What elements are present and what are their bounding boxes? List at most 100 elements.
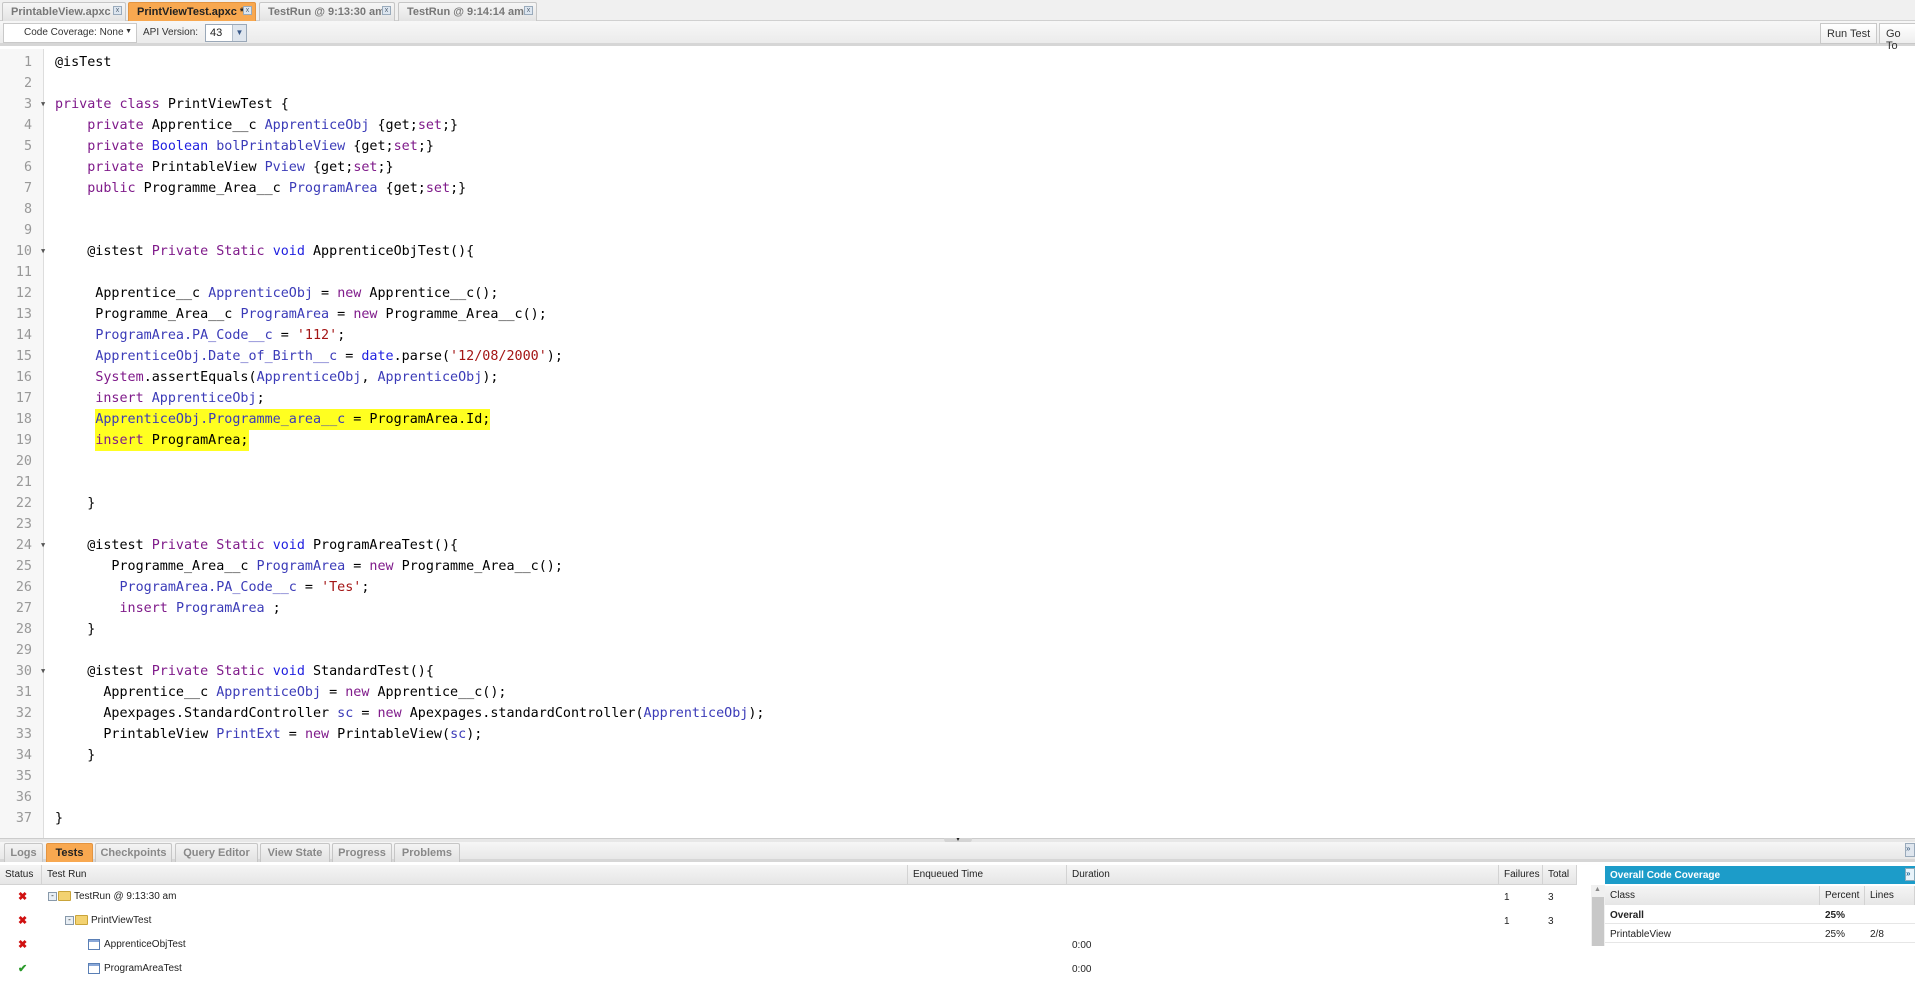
expand-panel-icon[interactable]: » xyxy=(1905,843,1915,857)
code-token: Private Static xyxy=(151,538,265,553)
code-text: insert ProgramArea; xyxy=(55,430,249,451)
coverage-class: PrintableView xyxy=(1610,929,1671,940)
column-header-failures[interactable]: Failures xyxy=(1499,865,1543,885)
tab-checkpoints[interactable]: Checkpoints xyxy=(95,843,172,862)
code-line: 5 private Boolean bolPrintableView {get;… xyxy=(0,136,1915,157)
code-token: ); xyxy=(466,727,483,742)
code-token: = xyxy=(353,706,378,721)
line-number: 20 xyxy=(15,454,32,469)
line-number: 12 xyxy=(15,286,32,301)
tab-query-editor[interactable]: Query Editor xyxy=(175,843,258,862)
run-test-button[interactable]: Run Test xyxy=(1820,23,1878,44)
code-line: 35 xyxy=(0,766,1915,787)
code-token: ); xyxy=(748,706,765,721)
tab-tests[interactable]: Tests xyxy=(46,843,93,862)
code-token: = xyxy=(321,685,346,700)
code-editor[interactable]: 1 @isTest 2 3 ▼ private class PrintViewTest {… xyxy=(0,49,1915,838)
code-token: ProgramArea; xyxy=(143,430,249,451)
fold-arrow-icon[interactable]: ▼ xyxy=(41,94,45,115)
code-token: private xyxy=(87,160,144,175)
column-header-status[interactable]: Status xyxy=(0,865,42,885)
code-token: sc xyxy=(450,727,467,742)
go-to-button[interactable]: Go To xyxy=(1879,23,1915,52)
test-row[interactable]: ✖ ApprenticeObjTest 0:00 xyxy=(0,934,1590,958)
code-coverage-dropdown[interactable]: Code Coverage: None ▼ xyxy=(3,23,137,43)
code-token: = xyxy=(329,307,354,322)
tab-printableview[interactable]: PrintableView.apxc x xyxy=(2,2,126,21)
code-line: 20 xyxy=(0,451,1915,472)
code-line: 25 Programme_Area__c ProgramArea = new P… xyxy=(0,556,1915,577)
fail-icon: ✖ xyxy=(18,891,28,903)
close-icon[interactable]: x xyxy=(113,6,122,15)
column-header-test-run[interactable]: Test Run xyxy=(42,865,908,885)
collapse-toggle-icon[interactable]: - xyxy=(65,915,74,925)
coverage-col-class[interactable]: Class xyxy=(1605,886,1820,905)
code-line: 2 xyxy=(0,73,1915,94)
code-token: ; xyxy=(256,391,265,406)
collapse-icon[interactable]: » xyxy=(1905,868,1915,881)
tab-printviewtest[interactable]: PrintViewTest.apxc * x xyxy=(128,2,256,21)
code-line: 7 public Programme_Area__c ProgramArea {… xyxy=(0,178,1915,199)
fold-arrow-icon[interactable]: ▼ xyxy=(41,241,45,262)
code-token: Programme_Area__c(); xyxy=(377,307,547,322)
close-icon[interactable]: x xyxy=(524,6,533,15)
code-token: PrintExt xyxy=(216,727,281,742)
column-header-duration[interactable]: Duration xyxy=(1067,865,1499,885)
fold-arrow-icon[interactable]: ▼ xyxy=(41,535,45,556)
coverage-row[interactable]: Overall 25% xyxy=(1605,905,1915,924)
line-number: 21 xyxy=(15,475,32,490)
code-token: void xyxy=(272,664,305,679)
tab-testrun-2[interactable]: TestRun @ 9:14:14 am x xyxy=(398,2,537,21)
coverage-col-lines[interactable]: Lines xyxy=(1865,886,1915,905)
code-token: = xyxy=(296,580,322,595)
close-icon[interactable]: x xyxy=(243,6,252,15)
code-token: = xyxy=(280,727,305,742)
collapse-toggle-icon[interactable]: - xyxy=(48,891,57,901)
chevron-down-icon[interactable]: ▼ xyxy=(232,25,246,41)
tab-view-state[interactable]: View State xyxy=(260,843,330,862)
tab-progress[interactable]: Progress xyxy=(332,843,392,862)
code-line: 23 xyxy=(0,514,1915,535)
line-number: 11 xyxy=(15,265,32,280)
code-line: 1 @isTest xyxy=(0,52,1915,73)
code-token: ;} xyxy=(450,181,467,196)
tab-problems[interactable]: Problems xyxy=(394,843,460,862)
column-header-enqueued-time[interactable]: Enqueued Time xyxy=(908,865,1067,885)
code-line: 26 ProgramArea.PA_Code__c = 'Tes'; xyxy=(0,577,1915,598)
api-version-select[interactable]: 43 ▼ xyxy=(205,24,247,42)
line-number: 4 xyxy=(23,118,32,133)
code-token: ApprenticeObj.Date_of_Birth__c xyxy=(95,349,338,364)
scroll-up-icon[interactable]: ▲ xyxy=(1594,886,1601,893)
code-token: ; xyxy=(361,580,370,595)
code-token: } xyxy=(55,622,96,637)
code-token: public xyxy=(87,181,136,196)
close-icon[interactable]: x xyxy=(382,6,391,15)
line-number: 25 xyxy=(15,559,32,574)
code-token: insert xyxy=(95,391,144,406)
line-number: 36 xyxy=(15,790,32,805)
column-header-total[interactable]: Total xyxy=(1543,865,1577,885)
coverage-row[interactable]: PrintableView 25% 2/8 xyxy=(1605,924,1915,943)
tab-logs[interactable]: Logs xyxy=(4,843,43,862)
test-row[interactable]: ✖ - TestRun @ 9:13:30 am 1 3 xyxy=(0,886,1590,910)
scroll-thumb[interactable] xyxy=(1592,897,1604,946)
code-token: PrintableView xyxy=(143,160,265,175)
fold-arrow-icon[interactable]: ▼ xyxy=(41,661,45,682)
test-row[interactable]: ✖ - PrintViewTest 1 3 xyxy=(0,910,1590,934)
code-text: private PrintableView Pview {get;set;} xyxy=(55,157,393,178)
code-line: 10 ▼ @istest Private Static void Apprenti… xyxy=(0,241,1915,262)
code-text: insert ApprenticeObj; xyxy=(55,388,265,409)
code-token: ApprenticeObj xyxy=(264,118,370,133)
line-number: 23 xyxy=(15,517,32,532)
code-token: set xyxy=(417,118,442,133)
line-number: 7 xyxy=(23,181,32,196)
line-number: 27 xyxy=(15,601,32,616)
tab-testrun-1[interactable]: TestRun @ 9:13:30 am x xyxy=(259,2,395,21)
coverage-col-percent[interactable]: Percent xyxy=(1820,886,1865,905)
code-text: } xyxy=(55,808,63,829)
test-row[interactable]: ✔ ProgramAreaTest 0:00 xyxy=(0,958,1590,982)
tests-scrollbar[interactable]: ▲ xyxy=(1591,885,1605,946)
code-token: PrintableView xyxy=(55,727,217,742)
code-text: @istest Private Static void StandardTest… xyxy=(55,661,434,682)
